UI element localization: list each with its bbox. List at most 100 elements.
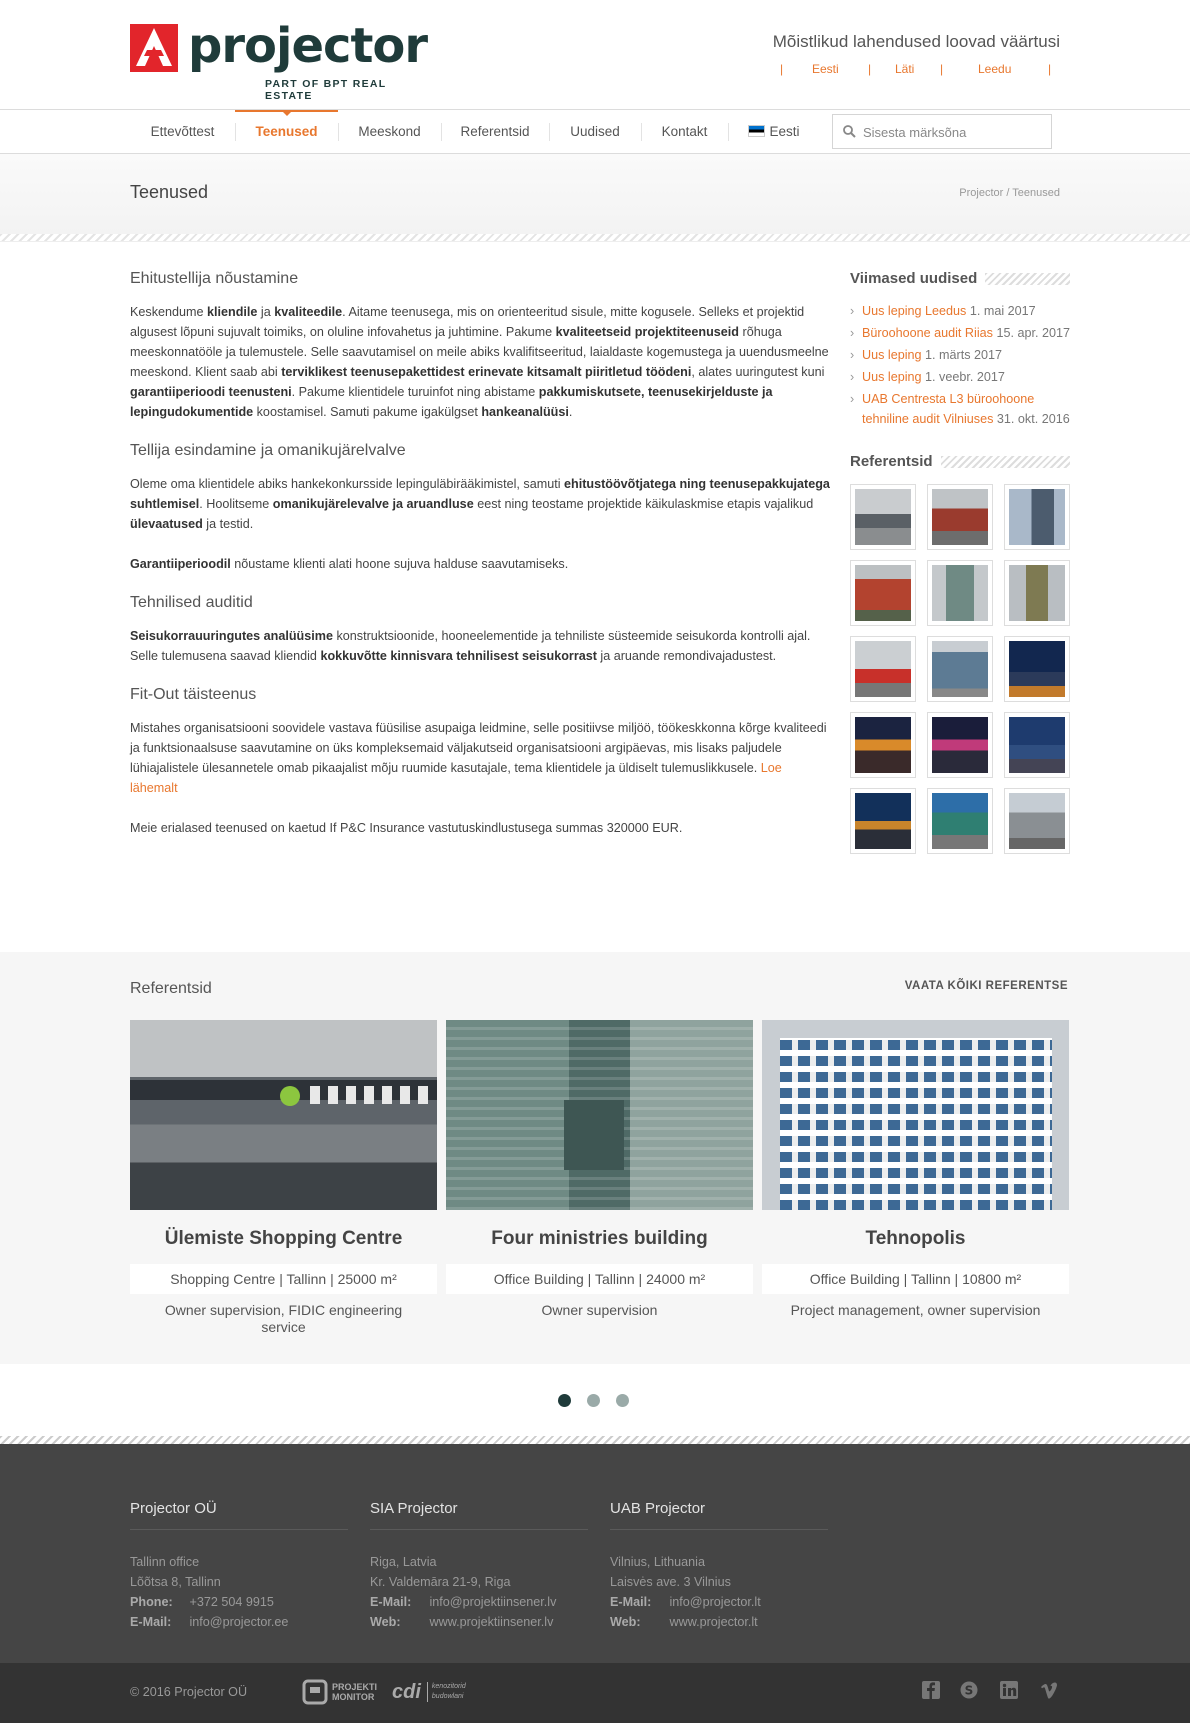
- lang-link-eesti[interactable]: Eesti: [812, 62, 839, 76]
- nav-language-label: Eesti: [769, 124, 800, 139]
- reference-thumbnail[interactable]: [927, 484, 993, 550]
- footer-line: E-Mail: info@projector.ee: [130, 1615, 289, 1629]
- footer-company: SIA Projector: [370, 1499, 588, 1530]
- reference-thumbnail[interactable]: [1004, 636, 1070, 702]
- nav-item-ettevottest[interactable]: Ettevõttest: [130, 110, 235, 153]
- carousel-pagination: [558, 1394, 645, 1412]
- footer-line: Lõõtsa 8, Tallinn: [130, 1575, 221, 1589]
- reference-image[interactable]: [446, 1020, 753, 1210]
- reference-thumbnail[interactable]: [927, 636, 993, 702]
- search-icon[interactable]: [843, 125, 856, 138]
- lang-link-leedu[interactable]: Leedu: [978, 62, 1011, 76]
- search-input[interactable]: [863, 121, 1043, 143]
- nav-item-referentsid[interactable]: Referentsid: [441, 110, 549, 153]
- carousel-dot[interactable]: [558, 1394, 571, 1407]
- carousel-dot[interactable]: [587, 1394, 600, 1407]
- reference-thumbnail[interactable]: [927, 712, 993, 778]
- footer-company: Projector OÜ: [130, 1499, 348, 1530]
- view-all-references-link[interactable]: VAATA KÕIKI REFERENTSE: [905, 980, 1068, 992]
- news-list: Uus leping Leedus 1. mai 2017 Büroohoone…: [850, 301, 1070, 429]
- read-more-link[interactable]: Loe lähemalt: [130, 761, 782, 795]
- reference-thumbnail[interactable]: [1004, 484, 1070, 550]
- reference-thumbnail[interactable]: [1004, 560, 1070, 626]
- footer-line: Kr. Valdemāra 21-9, Riga: [370, 1575, 511, 1589]
- reference-thumbnail[interactable]: [850, 712, 916, 778]
- reference-thumbnail[interactable]: [927, 788, 993, 854]
- carousel-dot[interactable]: [616, 1394, 629, 1407]
- footer-line: Laisvės ave. 3 Vilnius: [610, 1575, 731, 1589]
- reference-card[interactable]: Tehnopolis Office Building | Tallinn | 1…: [762, 1020, 1069, 1319]
- footer-line: Web: www.projektiinsener.lv: [370, 1615, 554, 1629]
- main-content: Ehitustellija nõustamine Keskendume klie…: [130, 270, 830, 858]
- reference-thumbnail[interactable]: [850, 788, 916, 854]
- references-title: Referentsid: [130, 980, 212, 997]
- references-section: Referentsid VAATA KÕIKI REFERENTSE Ülemi…: [0, 952, 1190, 1364]
- facebook-icon[interactable]: [922, 1681, 940, 1699]
- reference-meta: Shopping Centre | Tallinn | 25000 m²: [130, 1264, 437, 1294]
- reference-thumbnail[interactable]: [850, 560, 916, 626]
- logo-subtitle: PART OF BPT REAL ESTATE: [265, 78, 387, 102]
- footer-email-link[interactable]: info@projector.lt: [670, 1595, 761, 1609]
- reference-thumbnail[interactable]: [927, 560, 993, 626]
- footer-bottom-bar: © 2016 Projector OÜ PROJEKTI MONITOR cdi…: [0, 1663, 1190, 1723]
- section-text: Seisukorrauuringutes analüüsime konstruk…: [130, 629, 811, 663]
- reference-meta: Office Building | Tallinn | 24000 m²: [446, 1264, 753, 1294]
- reference-name: Tehnopolis: [865, 1228, 966, 1249]
- reference-image[interactable]: [762, 1020, 1069, 1210]
- section-title: Tehnilised auditid: [130, 594, 253, 611]
- nav-item-kontakt[interactable]: Kontakt: [641, 110, 728, 153]
- news-link[interactable]: Büroohoone audit Riias: [862, 326, 993, 340]
- reference-thumbnail[interactable]: [850, 484, 916, 550]
- main-nav: Ettevõttest Teenused Meeskond Referentsi…: [0, 110, 1190, 154]
- footer-column-lithuania: UAB Projector Vilnius, Lithuania Laisvės…: [610, 1499, 828, 1632]
- nav-item-meeskond[interactable]: Meeskond: [338, 110, 441, 153]
- footer-email-link[interactable]: info@projektiinsener.lv: [430, 1595, 557, 1609]
- insurance-text: Meie erialased teenused on kaetud If P&C…: [130, 821, 683, 835]
- footer-line: E-Mail: info@projector.lt: [610, 1595, 761, 1609]
- news-link[interactable]: Uus leping: [862, 348, 922, 362]
- news-link[interactable]: Uus leping: [862, 370, 922, 384]
- vimeo-icon[interactable]: [1040, 1681, 1058, 1699]
- nav-language-selector[interactable]: Eesti: [728, 110, 820, 153]
- section-title: Fit-Out täisteenus: [130, 686, 257, 703]
- reference-thumbnail[interactable]: [1004, 788, 1070, 854]
- footer-line: Riga, Latvia: [370, 1555, 437, 1569]
- linkedin-icon[interactable]: [1000, 1681, 1018, 1699]
- lang-link-lati[interactable]: Läti: [895, 62, 914, 76]
- footer-line: Vilnius, Lithuania: [610, 1555, 705, 1569]
- language-links: | Eesti | Läti | Leedu |: [770, 62, 1060, 78]
- news-item: UAB Centresta L3 büroohoone tehniline au…: [850, 389, 1070, 429]
- reference-description: Project management, owner supervision: [790, 1302, 1041, 1318]
- projekti-monitor-logo-icon: [302, 1679, 328, 1705]
- page-header: Teenused Projector / Teenused: [0, 154, 1190, 234]
- footer-line: E-Mail: info@projektiinsener.lv: [370, 1595, 557, 1609]
- section-text: Oleme oma klientidele abiks hankekonkurs…: [130, 477, 830, 531]
- section-text: Garantiiperioodil nõustame klienti alati…: [130, 557, 569, 571]
- footer-web-link[interactable]: www.projector.lt: [670, 1615, 758, 1629]
- logo[interactable]: projector PART OF BPT REAL ESTATE: [130, 18, 430, 102]
- news-item: Uus leping 1. märts 2017: [850, 345, 1070, 365]
- reference-thumbnail[interactable]: [850, 636, 916, 702]
- footer-web-link[interactable]: www.projektiinsener.lv: [430, 1615, 554, 1629]
- site-header: projector PART OF BPT REAL ESTATE Mõistl…: [0, 0, 1190, 110]
- reference-card[interactable]: Ülemiste Shopping Centre Shopping Centre…: [130, 1020, 437, 1336]
- news-link[interactable]: Uus leping Leedus: [862, 304, 966, 318]
- partner-logo-cdi[interactable]: cdi kenozitorid budowlani: [392, 1677, 477, 1707]
- search-box: [832, 114, 1052, 149]
- nav-item-teenused[interactable]: Teenused: [235, 110, 338, 153]
- partner-logo-projekti-monitor[interactable]: PROJEKTI MONITOR: [302, 1677, 380, 1707]
- tagline: Mõistlikud lahendused loovad väärtusi: [772, 32, 1060, 51]
- reference-card[interactable]: Four ministries building Office Building…: [446, 1020, 753, 1319]
- footer-email-link[interactable]: info@projector.ee: [190, 1615, 289, 1629]
- separator: |: [940, 62, 944, 76]
- nav-item-uudised[interactable]: Uudised: [549, 110, 641, 153]
- footer-line: Phone: +372 504 9915: [130, 1595, 274, 1609]
- footer-company: UAB Projector: [610, 1499, 828, 1530]
- reference-thumbnail[interactable]: [1004, 712, 1070, 778]
- estonia-flag-icon: [748, 125, 766, 137]
- skype-icon[interactable]: S: [960, 1681, 978, 1699]
- section-title: Ehitustellija nõustamine: [130, 270, 299, 287]
- section-text: Mistahes organisatsiooni soovidele vasta…: [130, 721, 827, 795]
- breadcrumb[interactable]: Projector / Teenused: [959, 187, 1060, 199]
- reference-image[interactable]: [130, 1020, 437, 1210]
